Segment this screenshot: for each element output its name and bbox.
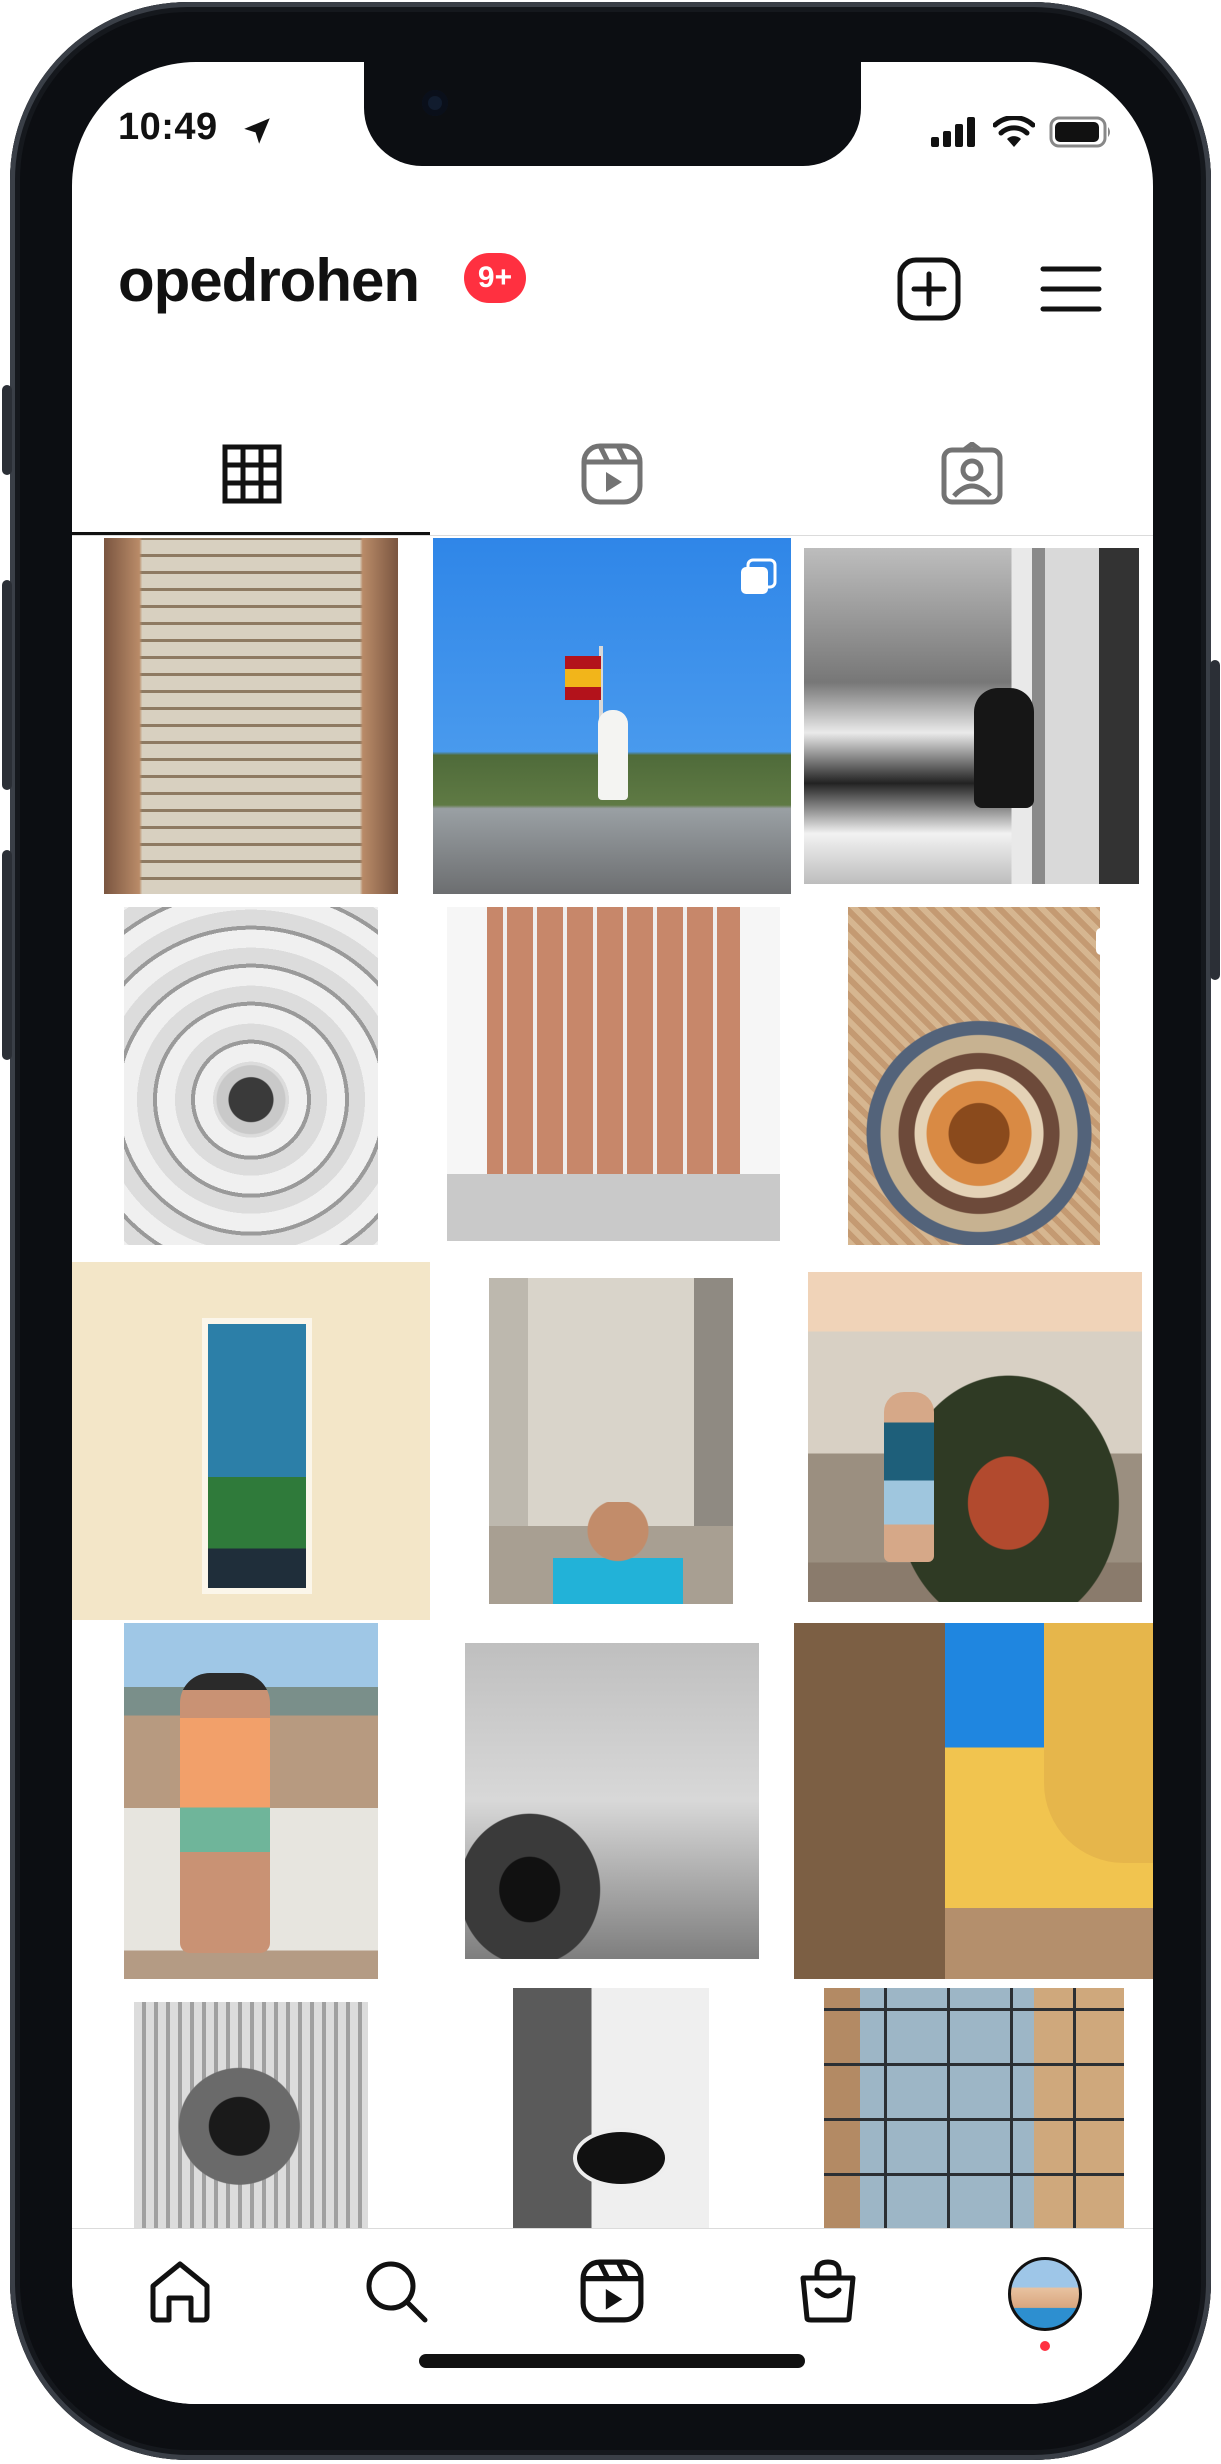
multiple-photos-icon (1096, 919, 1132, 955)
grid-post[interactable] (72, 897, 430, 1259)
volume-down-button (2, 850, 12, 1060)
grid-post[interactable] (794, 1623, 1153, 1985)
location-arrow-icon (244, 118, 270, 144)
post-image (824, 1988, 1124, 2228)
grid-post[interactable] (794, 538, 1153, 894)
post-image (513, 1988, 709, 2228)
tab-reels[interactable] (432, 412, 792, 536)
grid-post[interactable] (72, 1988, 430, 2228)
grid-post[interactable] (433, 1988, 791, 2228)
post-image (848, 907, 1100, 1245)
phone-screen: 10:49 opedrohen 9+ (72, 62, 1153, 2404)
status-time: 10:49 (118, 106, 218, 148)
battery-icon (1049, 116, 1110, 148)
post-image (447, 907, 780, 1241)
bottom-navigation (72, 2228, 1153, 2404)
white-sculpture (598, 710, 628, 800)
grid-post[interactable] (433, 1262, 791, 1620)
grid-post[interactable] (433, 538, 791, 894)
grid-post[interactable] (433, 897, 791, 1259)
wifi-icon (993, 116, 1035, 147)
hamburger-menu-icon (1040, 266, 1102, 312)
person-figure (180, 1673, 270, 1953)
tab-posts-grid[interactable] (72, 412, 432, 536)
underground-sign (573, 2128, 669, 2188)
post-image (465, 1643, 759, 1959)
tagged-person-icon (941, 442, 1003, 505)
grid-post[interactable] (433, 1623, 791, 1985)
nav-profile-avatar[interactable] (1008, 2257, 1082, 2331)
power-button (1210, 660, 1220, 980)
post-image (124, 907, 378, 1245)
grid-post[interactable] (72, 1623, 430, 1985)
nav-reels-button[interactable] (572, 2251, 652, 2331)
profile-username[interactable]: opedrohen (118, 246, 420, 315)
seated-person (974, 688, 1034, 808)
nav-home-button[interactable] (140, 2251, 220, 2331)
front-camera (422, 90, 448, 116)
home-indicator[interactable] (419, 2354, 805, 2368)
nav-shop-button[interactable] (788, 2251, 868, 2331)
profile-notification-dot (1040, 2341, 1050, 2351)
grid-post[interactable] (72, 538, 430, 894)
profile-header: opedrohen 9+ (72, 232, 1153, 342)
grid-post[interactable] (72, 1262, 430, 1620)
create-post-button[interactable] (892, 252, 966, 326)
grid-post[interactable] (794, 1262, 1153, 1620)
shopping-bag-icon (800, 2259, 856, 2323)
notification-badge[interactable]: 9+ (464, 253, 526, 303)
reels-icon (581, 443, 643, 505)
volume-up-button (2, 580, 12, 790)
menu-button[interactable] (1034, 252, 1108, 326)
cellular-signal-icon (931, 117, 975, 147)
reels-icon (580, 2259, 644, 2323)
nav-search-button[interactable] (356, 2251, 436, 2331)
flag (565, 656, 601, 700)
plus-square-icon (897, 257, 961, 321)
person-portrait (553, 1502, 683, 1604)
status-icons (931, 116, 1113, 148)
grid-icon (222, 444, 282, 504)
posts-grid (72, 538, 1153, 2228)
action-button (2, 385, 12, 475)
multiple-photos-icon (741, 558, 777, 594)
tab-divider (72, 535, 1153, 536)
grid-post[interactable] (794, 897, 1153, 1259)
search-icon (366, 2261, 428, 2323)
grid-post[interactable] (794, 1988, 1153, 2228)
tab-tagged[interactable] (792, 412, 1152, 536)
profile-tabs (72, 412, 1153, 536)
post-image (804, 548, 1139, 884)
home-icon (150, 2261, 210, 2323)
post-image (134, 2002, 368, 2228)
post-image (808, 1272, 1142, 1602)
yellow-arch (1044, 1623, 1153, 1863)
blue-window (202, 1318, 312, 1594)
notch (364, 62, 861, 166)
post-image (104, 538, 398, 894)
child-figure (884, 1392, 934, 1562)
